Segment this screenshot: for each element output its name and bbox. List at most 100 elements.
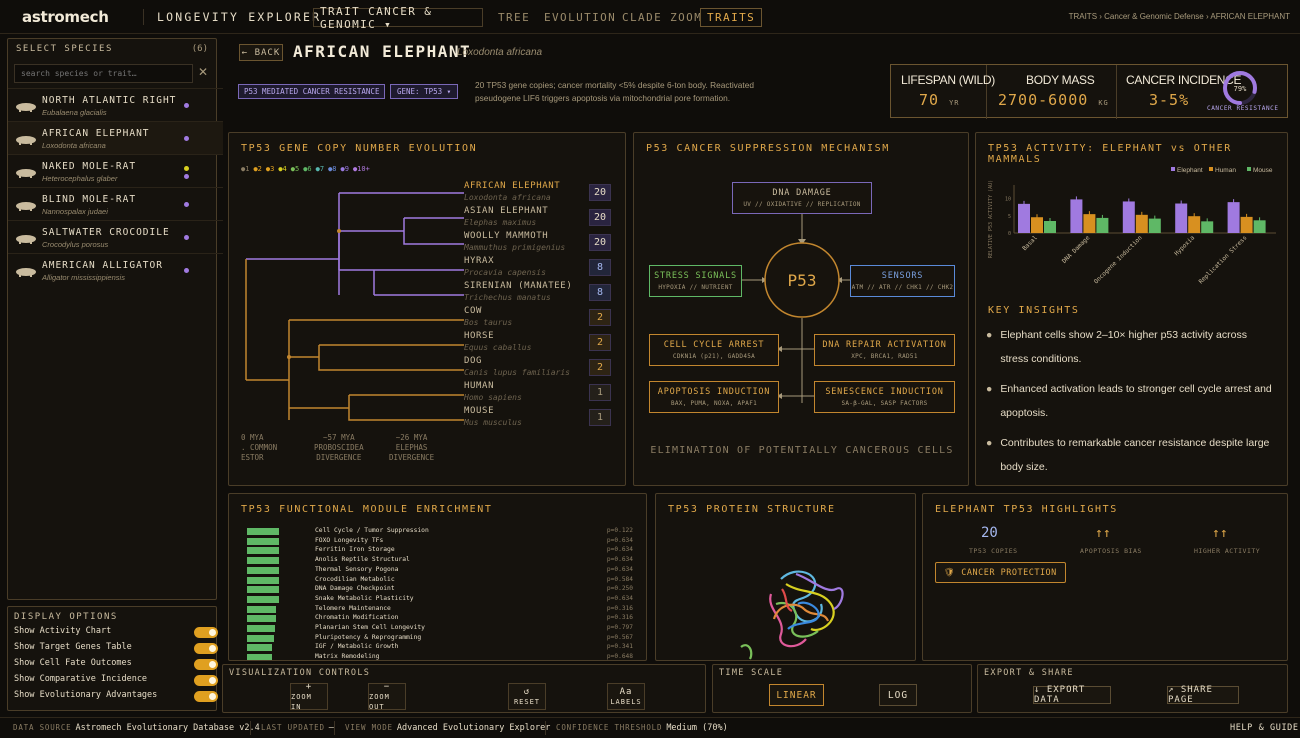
breadcrumb-category[interactable]: Cancer & Genomic Defense: [1104, 12, 1204, 21]
taxon-name[interactable]: MOUSE: [464, 406, 494, 416]
y-tick-label: 0: [1008, 231, 1011, 237]
trait-tag[interactable]: P53 MEDIATED CANCER RESISTANCE: [238, 84, 386, 99]
enrichment-label: Thermal Sensory Pogona: [315, 565, 399, 573]
breadcrumb: TRAITS › Cancer & Genomic Defense › AFRI…: [1068, 12, 1290, 21]
species-item[interactable]: NORTH ATLANTIC RIGHT WHALE Eubalaena glac…: [8, 88, 223, 121]
body-mass-value: 2700-6000 KG: [998, 91, 1109, 109]
app-logo[interactable]: astromech: [22, 8, 109, 26]
nav-evolution[interactable]: EVOLUTION: [538, 8, 622, 27]
activity-chart-panel: TP53 ACTIVITY: ELEPHANT vs OTHER MAMMALS…: [975, 132, 1288, 486]
enrichment-label: Matrix Remodeling: [315, 653, 380, 661]
chart-bar[interactable]: [1070, 199, 1083, 233]
species-item[interactable]: AFRICAN ELEPHANT Loxodonta africana: [8, 121, 223, 154]
enrichment-row[interactable]: FOXO Longevity TFs p=0.634: [243, 537, 633, 546]
viz-control-button[interactable]: ↺ RESET: [508, 683, 546, 710]
taxon-name[interactable]: COW: [464, 306, 482, 316]
y-tick-label: 10: [1005, 197, 1011, 203]
protein-3d-view[interactable]: [726, 559, 876, 661]
species-item[interactable]: AMERICAN ALLIGATOR Alligator mississippie…: [8, 253, 223, 286]
enrichment-row[interactable]: Ferritin Iron Storage p=0.634: [243, 546, 633, 555]
viz-control-button[interactable]: − ZOOM OUT: [368, 681, 406, 711]
apoptosis-box[interactable]: APOPTOSIS INDUCTION BAX, PUMA, NOXA, APAF…: [649, 381, 779, 413]
cell-cycle-arrest-box[interactable]: CELL CYCLE ARREST CDKN1A (p21), GADD45A: [649, 334, 779, 366]
display-option-toggle[interactable]: [194, 627, 218, 638]
enrichment-row[interactable]: Cell Cycle / Tumor Suppression p=0.122: [243, 527, 633, 536]
linear-button[interactable]: LINEAR: [769, 684, 824, 706]
taxon-name[interactable]: DOG: [464, 356, 482, 366]
species-item[interactable]: BLIND MOLE-RAT Nannospalax judaei: [8, 187, 223, 220]
chart-bar[interactable]: [1018, 203, 1030, 233]
enrichment-row[interactable]: IGF / Metabolic Growth p=0.341: [243, 643, 633, 652]
enrichment-row[interactable]: Chromatin Modification p=0.316: [243, 614, 633, 623]
enrichment-row[interactable]: DNA Damage Checkpoint p=0.250: [243, 585, 633, 594]
enrichment-label: Pluripotency & Reprogramming: [315, 633, 422, 641]
copies-value: 20: [981, 525, 998, 541]
enrichment-bar: [247, 537, 279, 545]
clear-search-icon[interactable]: ✕: [198, 65, 208, 79]
display-option-toggle[interactable]: [194, 675, 218, 686]
chart-bar[interactable]: [1227, 202, 1240, 233]
taxon-name[interactable]: ASIAN ELEPHANT: [464, 206, 548, 216]
enrichment-row[interactable]: Thermal Sensory Pogona p=0.634: [243, 566, 633, 575]
nav-tree[interactable]: TREE: [492, 8, 536, 27]
help-guide-link[interactable]: HELP & GUIDE: [1230, 723, 1299, 733]
nav-clade-zoom[interactable]: CLADE ZOOM: [616, 8, 708, 27]
display-option-toggle[interactable]: [194, 643, 218, 654]
enrichment-row[interactable]: Pluripotency & Reprogramming p=0.567: [243, 634, 633, 643]
taxon-latin: Mammuthus primigenius: [464, 243, 566, 252]
sensors-box[interactable]: SENSORS ATM // ATR // CHK1 // CHK2: [850, 265, 955, 297]
top-bar: astromech LONGEVITY EXPLORER TRAIT CANCE…: [0, 0, 1300, 34]
viz-control-button[interactable]: + ZOOM IN: [290, 682, 328, 711]
trait-dropdown[interactable]: TRAIT CANCER & GENOMIC ▾: [313, 5, 483, 31]
highlights-panel: ELEPHANT TP53 HIGHLIGHTS 20 TP53 COPIES …: [922, 493, 1288, 661]
enrichment-bar: [247, 547, 279, 555]
breadcrumb-traits[interactable]: TRAITS: [1069, 12, 1097, 21]
display-option-toggle[interactable]: [194, 659, 218, 670]
taxon-name[interactable]: SIRENIAN (MANATEE): [464, 281, 572, 291]
viz-control-button[interactable]: Aa LABELS: [607, 683, 645, 710]
time-axis-label: ~57 MYA PROBOSCIDEA DIVERGENCE: [314, 433, 364, 462]
enrichment-bar: [247, 644, 273, 652]
enrichment-row[interactable]: Anolis Reptile Structural p=0.634: [243, 556, 633, 565]
enrichment-row[interactable]: Telomere Maintenance p=0.316: [243, 605, 633, 614]
chart-bar[interactable]: [1175, 203, 1188, 233]
cancer-protection-badge[interactable]: 🛡 CANCER PROTECTION: [935, 562, 1066, 583]
back-button[interactable]: ← BACK: [239, 44, 283, 61]
taxon-name[interactable]: HYRAX: [464, 256, 494, 266]
display-option-toggle[interactable]: [194, 691, 218, 702]
export-data-button[interactable]: ↓ EXPORT DATA: [1033, 685, 1111, 705]
bullet: ●: [986, 383, 993, 395]
log-button[interactable]: LOG: [879, 684, 917, 706]
x-tick-label: Replication Stress: [1198, 234, 1249, 285]
taxon-name[interactable]: HORSE: [464, 331, 494, 341]
species-item[interactable]: NAKED MOLE-RAT Heterocephalus glaber: [8, 154, 223, 187]
species-item[interactable]: SALTWATER CROCODILE Crocodylus porosus: [8, 220, 223, 253]
chart-bar[interactable]: [1122, 201, 1135, 233]
gene-select[interactable]: GENE: TP53 ▾: [390, 84, 459, 99]
senescence-box[interactable]: SENESCENCE INDUCTION SA-β-GAL, SASP FACTO…: [814, 381, 955, 413]
species-search-box: [14, 64, 193, 83]
stress-signals-box[interactable]: STRESS SIGNALS HYPOXIA // NUTRIENT: [649, 265, 742, 297]
stats-bar: LIFESPAN (WILD) 70 YR BODY MASS 2700-600…: [890, 64, 1288, 119]
viz-control-icon: −: [383, 681, 391, 692]
trait-indicator-dot: [184, 136, 189, 141]
taxon-name[interactable]: HUMAN: [464, 381, 494, 391]
enrichment-row[interactable]: Matrix Remodeling p=0.648: [243, 653, 633, 661]
enrichment-row[interactable]: Crocodilian Metabolic p=0.584: [243, 576, 633, 585]
footer-confidence: CONFIDENCE THRESHOLD Medium (70%): [556, 723, 728, 733]
enrichment-row[interactable]: Snake Metabolic Plasticity p=0.634: [243, 595, 633, 604]
taxon-name[interactable]: AFRICAN ELEPHANT: [464, 181, 560, 191]
nav-traits[interactable]: TRAITS: [700, 8, 763, 27]
dna-repair-box[interactable]: DNA REPAIR ACTIVATION XPC, BRCA1, RAD51: [814, 334, 955, 366]
apoptosis-label: APOPTOSIS BIAS: [1080, 547, 1142, 555]
viz-control-icon: ↺: [523, 686, 531, 697]
enrichment-bar: [247, 566, 279, 574]
enrichment-row[interactable]: Planarian Stem Cell Longevity p=0.797: [243, 624, 633, 633]
taxon-name[interactable]: WOOLLY MAMMOTH: [464, 231, 548, 241]
share-page-button[interactable]: ↗ SHARE PAGE: [1167, 685, 1239, 705]
mechanism-outcome: ELIMINATION OF POTENTIALLY CANCEROUS CEL…: [650, 445, 954, 456]
species-latin-name: Heterocephalus glaber: [42, 174, 118, 183]
species-search-input[interactable]: [15, 65, 192, 82]
visualization-controls: VISUALIZATION CONTROLS + ZOOM IN − ZOOM OUT…: [222, 664, 706, 713]
dna-damage-box[interactable]: DNA DAMAGE UV // OXIDATIVE // REPLICATION: [732, 182, 872, 214]
